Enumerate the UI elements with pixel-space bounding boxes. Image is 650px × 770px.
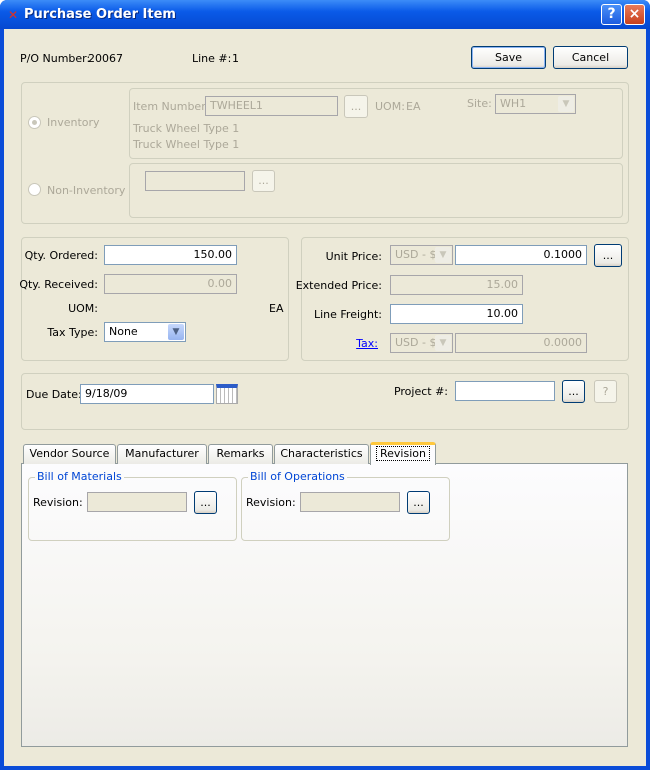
line-number-label: Line #: (192, 52, 232, 65)
chevron-down-icon: ▼ (435, 335, 451, 351)
boo-revision-field (300, 492, 400, 512)
qty-ordered-label: Qty. Ordered: (24, 249, 98, 262)
project-label: Project #: (393, 385, 448, 398)
tab-remarks[interactable]: Remarks (208, 444, 273, 464)
item-lookup-button[interactable]: ... (344, 95, 368, 118)
boo-title: Bill of Operations (248, 470, 347, 483)
unit-price-currency-select: USD - $ ▼ (390, 245, 453, 265)
project-lookup-button[interactable]: ... (562, 380, 585, 403)
po-number-label: P/O Number: (20, 52, 91, 65)
tab-revision[interactable]: Revision (370, 442, 436, 465)
uom-label: UOM: (375, 100, 405, 113)
tab-manufacturer[interactable]: Manufacturer (117, 444, 207, 464)
tab-revision-label: Revision (376, 446, 430, 461)
chevron-down-icon: ▼ (558, 96, 574, 112)
site-label: Site: (467, 97, 492, 110)
due-date-label: Due Date: (26, 388, 82, 401)
item-description-2: Truck Wheel Type 1 (133, 138, 240, 151)
project-help-button[interactable]: ? (594, 380, 617, 403)
tax-field: 0.0000 (455, 333, 587, 353)
due-date-field[interactable]: 9/18/09 (80, 384, 214, 404)
tax-link[interactable]: Tax: (356, 337, 378, 350)
item-description-1: Truck Wheel Type 1 (133, 122, 240, 135)
non-inventory-lookup-button[interactable]: ... (252, 170, 275, 192)
bom-title: Bill of Materials (35, 470, 124, 483)
bom-revision-field (87, 492, 187, 512)
unit-price-label: Unit Price: (325, 250, 382, 263)
line-freight-label: Line Freight: (313, 308, 382, 321)
boo-group: Bill of Operations Revision: ... (241, 470, 450, 541)
tax-currency-value: USD - $ (395, 336, 437, 349)
po-number-value: 20067 (88, 52, 123, 65)
inventory-radio[interactable] (28, 116, 41, 129)
site-value: WH1 (500, 97, 527, 110)
qty-received-label: Qty. Received: (19, 278, 98, 291)
tax-type-value: None (109, 325, 138, 338)
dialog-body: P/O Number: 20067 Line #: 1 Save Cancel … (4, 29, 646, 766)
qty-ordered-field[interactable]: 150.00 (104, 245, 237, 265)
qty-uom-label: UOM: (68, 302, 98, 315)
site-select[interactable]: WH1 ▼ (495, 94, 576, 114)
unit-price-field[interactable]: 0.1000 (455, 245, 587, 265)
tab-vendor-source[interactable]: Vendor Source (23, 444, 116, 464)
line-freight-field[interactable]: 10.00 (390, 304, 523, 324)
tab-characteristics[interactable]: Characteristics (274, 444, 369, 464)
non-inventory-radio[interactable] (28, 183, 41, 196)
tax-currency-select: USD - $ ▼ (390, 333, 453, 353)
uom-value: EA (406, 100, 421, 113)
tax-type-label: Tax Type: (47, 326, 98, 339)
item-number-label: Item Number: (133, 100, 210, 113)
save-button[interactable]: Save (471, 46, 546, 69)
line-number-value: 1 (232, 52, 239, 65)
chevron-down-icon: ▼ (168, 324, 184, 340)
price-lookup-button[interactable]: ... (594, 244, 622, 267)
tab-panel-revision: Bill of Materials Revision: ... Bill of … (21, 463, 628, 747)
item-number-field[interactable]: TWHEEL1 (205, 96, 338, 116)
extended-price-field: 15.00 (390, 275, 523, 295)
project-field[interactable] (455, 381, 555, 401)
non-inventory-field[interactable] (145, 171, 245, 191)
bom-lookup-button[interactable]: ... (194, 491, 217, 514)
boo-revision-label: Revision: (246, 496, 296, 509)
bom-group: Bill of Materials Revision: ... (28, 470, 237, 541)
dialog-window: ✕ Purchase Order Item ? × P/O Number: 20… (0, 0, 650, 770)
currency-value: USD - $ (395, 248, 437, 261)
non-inventory-label: Non-Inventory (47, 184, 126, 197)
cancel-button[interactable]: Cancel (553, 46, 628, 69)
chevron-down-icon: ▼ (435, 247, 451, 263)
boo-lookup-button[interactable]: ... (407, 491, 430, 514)
inventory-label: Inventory (47, 116, 100, 129)
extended-price-label: Extended Price: (295, 279, 382, 292)
calendar-icon[interactable] (216, 384, 238, 404)
qty-uom-value: EA (269, 302, 284, 315)
qty-received-field: 0.00 (104, 274, 237, 294)
bom-revision-label: Revision: (33, 496, 83, 509)
tax-type-select[interactable]: None ▼ (104, 322, 186, 342)
